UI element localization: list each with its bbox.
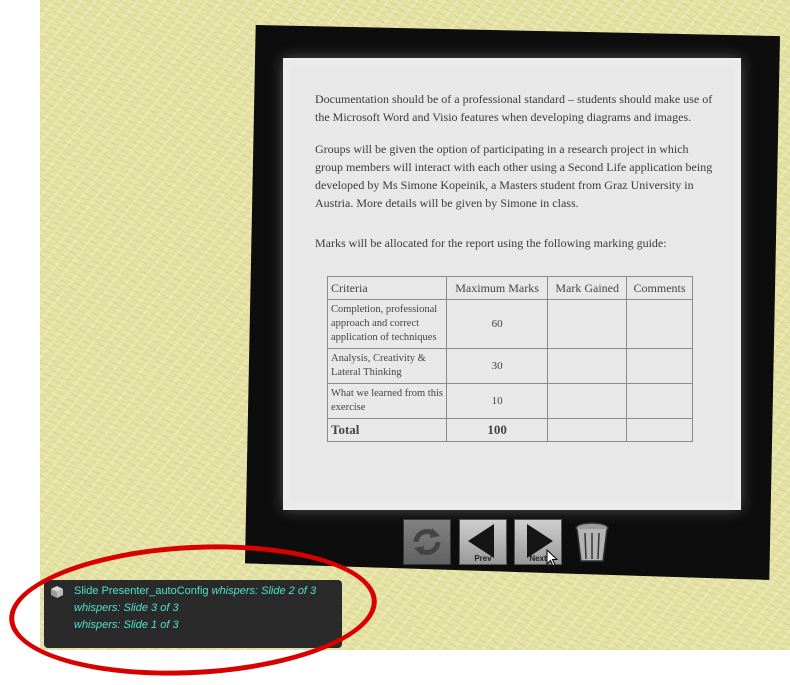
row-comments [626, 383, 693, 419]
table-total-row: Total 100 [327, 418, 693, 442]
table-row: Analysis, Creativity & Lateral Thinking … [327, 348, 693, 384]
header-mark-gained: Mark Gained [547, 276, 628, 300]
row-max-marks: 30 [445, 348, 549, 384]
table-row: What we learned from this exercise 10 [327, 383, 693, 419]
row-mark-gained [547, 348, 628, 384]
prev-button[interactable]: Prev [459, 519, 507, 565]
slide-paragraph-3: Marks will be allocated for the report u… [315, 236, 667, 250]
total-mark-gained [547, 418, 628, 442]
trash-icon [575, 522, 609, 562]
prev-label: Prev [474, 554, 492, 563]
row-max-marks: 60 [445, 299, 549, 349]
row-comments [626, 348, 693, 384]
total-comments [626, 418, 693, 442]
header-criteria: Criteria [327, 276, 447, 300]
header-maximum-marks: Maximum Marks [445, 276, 549, 300]
row-max-marks: 10 [445, 383, 549, 419]
row-criteria: What we learned from this exercise [327, 383, 447, 419]
marking-guide-table: Criteria Maximum Marks Mark Gained Comme… [327, 276, 693, 442]
header-comments: Comments [626, 276, 693, 300]
slide-paragraph-1: Documentation should be of a professiona… [315, 92, 713, 124]
mouse-cursor-icon [546, 549, 558, 567]
table-header-row: Criteria Maximum Marks Mark Gained Comme… [327, 276, 693, 300]
row-criteria: Analysis, Creativity & Lateral Thinking [327, 348, 447, 384]
table-row: Completion, professional approach and co… [327, 299, 693, 349]
total-value: 100 [445, 418, 549, 442]
row-mark-gained [547, 299, 628, 349]
trash-button[interactable] [569, 519, 615, 565]
row-comments [626, 299, 693, 349]
total-label: Total [327, 418, 447, 442]
row-mark-gained [547, 383, 628, 419]
presentation-slide[interactable]: Documentation should be of a professiona… [283, 58, 741, 510]
refresh-button[interactable] [403, 519, 451, 565]
row-criteria: Completion, professional approach and co… [327, 299, 447, 349]
slide-paragraph-2: Groups will be given the option of parti… [315, 142, 713, 210]
refresh-icon [413, 528, 441, 556]
